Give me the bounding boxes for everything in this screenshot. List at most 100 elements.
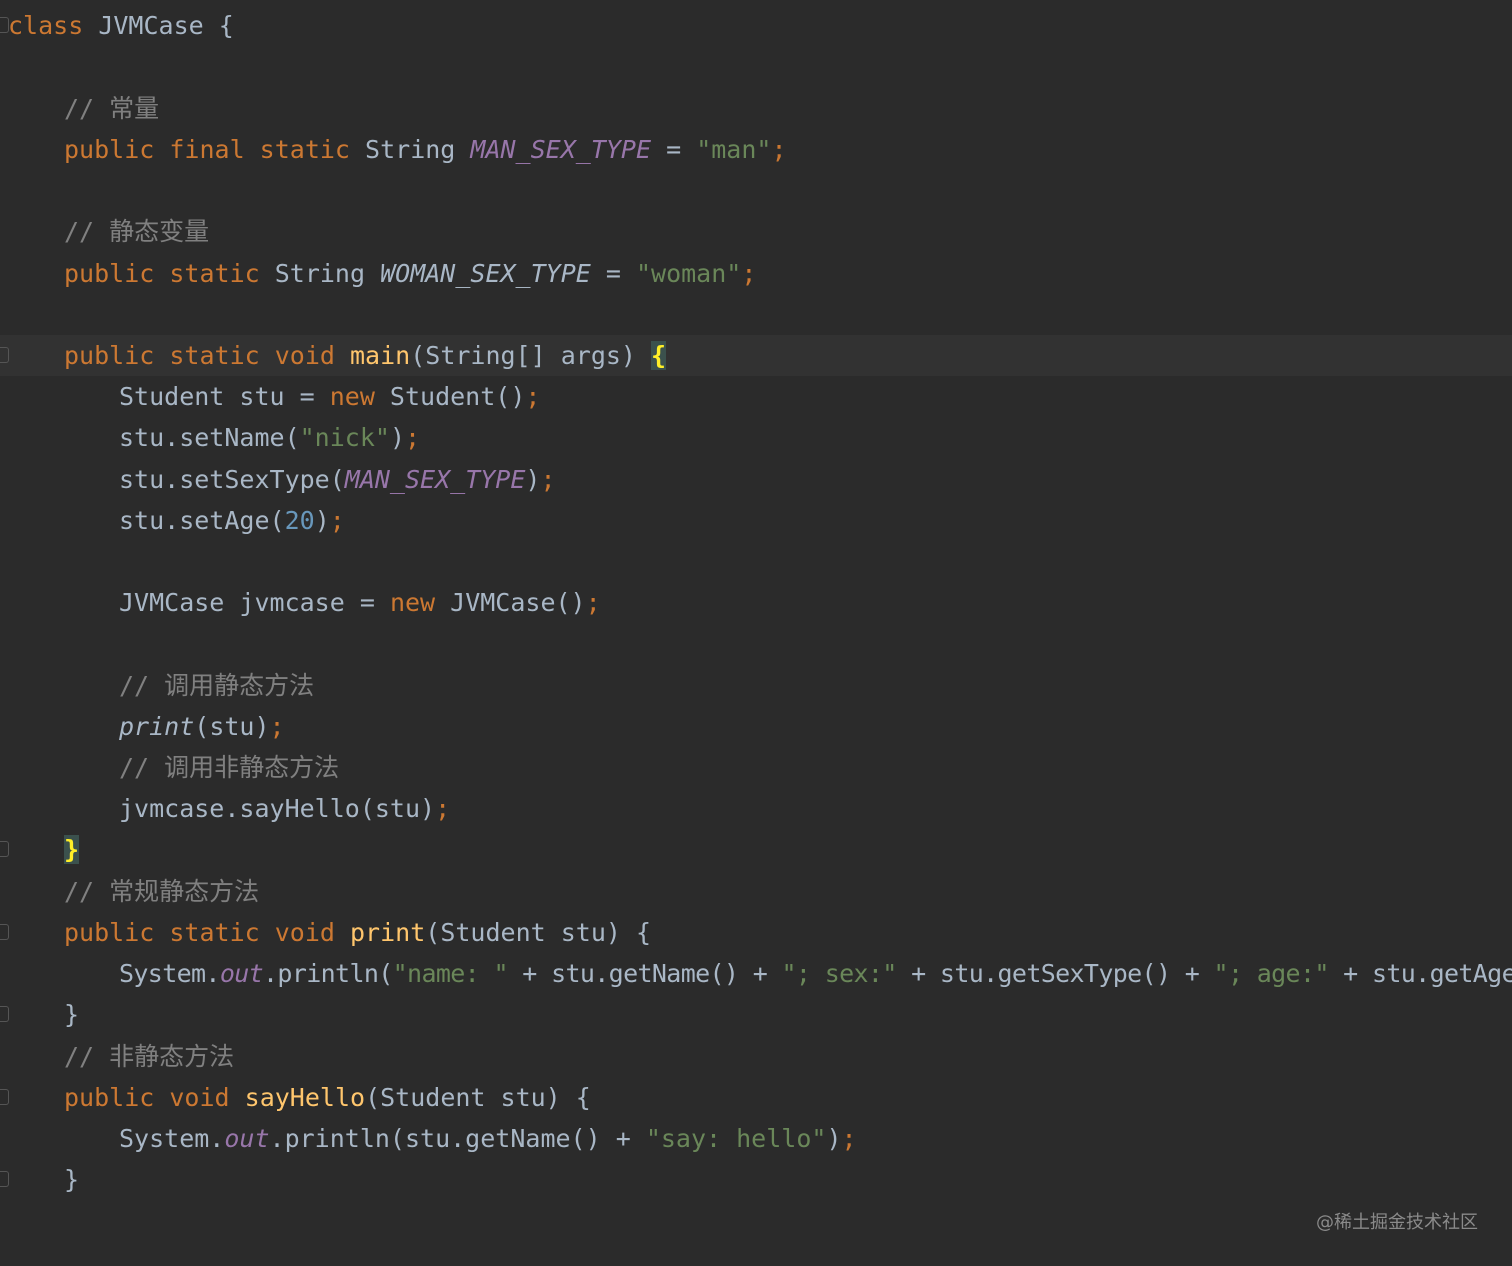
static-field: out <box>219 959 264 988</box>
type: String <box>259 259 381 288</box>
parameters: (Student stu) { <box>425 918 652 947</box>
code-text: System. <box>119 959 220 988</box>
keyword: new <box>389 588 436 617</box>
code-text: (stu) <box>194 712 270 741</box>
keyword: public void <box>64 1083 230 1112</box>
fold-marker-icon[interactable] <box>0 1006 9 1022</box>
code-line[interactable]: } <box>0 1159 1512 1200</box>
string: "man" <box>696 135 772 164</box>
number: 20 <box>284 506 315 535</box>
code-line[interactable]: JVMCase jvmcase = new JVMCase(); <box>0 582 1512 623</box>
keyword: public static <box>64 259 260 288</box>
string: "name: " <box>392 959 509 988</box>
code-line[interactable]: // 非静态方法 <box>0 1036 1512 1077</box>
code-line[interactable]: public static String WOMAN_SEX_TYPE = "w… <box>0 253 1512 294</box>
comment: // 常量 <box>64 94 160 123</box>
semicolon: ; <box>585 588 601 617</box>
method-name: print <box>350 918 426 947</box>
code-line[interactable]: stu.setAge(20); <box>0 500 1512 541</box>
code-text: Student stu = <box>119 382 330 411</box>
semicolon: ; <box>771 135 787 164</box>
semicolon: ; <box>269 712 285 741</box>
code-line[interactable]: System.out.println(stu.getName() + "say:… <box>0 1118 1512 1159</box>
keyword: public static void <box>64 341 335 370</box>
code-text: stu.setSexType( <box>119 465 345 494</box>
static-field: out <box>224 1124 270 1153</box>
code-text: JVMCase() <box>435 588 586 617</box>
string: "say: hello" <box>645 1124 827 1153</box>
code-text: .println(stu.getName() + <box>269 1124 646 1153</box>
code-line[interactable]: class JVMCase { <box>0 5 1512 46</box>
keyword: public final static <box>64 135 350 164</box>
code-line[interactable]: jvmcase.sayHello(stu); <box>0 788 1512 829</box>
static-field: WOMAN_SEX_TYPE <box>380 259 591 288</box>
string: "woman" <box>635 259 742 288</box>
code-text: + stu.getSexType() + <box>896 959 1214 988</box>
string: "; age:" <box>1213 959 1330 988</box>
code-text: stu.setAge( <box>119 506 285 535</box>
constant: MAN_SEX_TYPE <box>470 135 652 164</box>
code-text: JVMCase jvmcase = <box>119 588 390 617</box>
matched-brace: { <box>651 341 667 370</box>
code-line[interactable]: System.out.println("name: " + stu.getNam… <box>0 953 1512 994</box>
code-line[interactable]: public void sayHello(Student stu) { <box>0 1077 1512 1118</box>
operator: = <box>651 135 697 164</box>
closing-brace: } <box>64 1000 80 1029</box>
fold-marker-icon[interactable] <box>0 924 9 940</box>
code-text: + stu.getAge()) <box>1343 959 1512 988</box>
semicolon: ; <box>405 423 421 452</box>
fold-marker-icon[interactable] <box>0 1089 9 1105</box>
code-line[interactable]: // 调用非静态方法 <box>0 747 1512 788</box>
method-name: sayHello <box>244 1083 366 1112</box>
comment: // 调用非静态方法 <box>119 753 340 782</box>
comment: // 常规静态方法 <box>64 877 260 906</box>
closing-brace: } <box>64 1165 80 1194</box>
code-line[interactable]: // 调用静态方法 <box>0 665 1512 706</box>
code-text: ) <box>314 506 330 535</box>
comment: // 非静态方法 <box>64 1042 235 1071</box>
code-line[interactable]: stu.setSexType(MAN_SEX_TYPE); <box>0 459 1512 500</box>
semicolon: ; <box>329 506 345 535</box>
fold-marker-icon[interactable] <box>0 841 9 857</box>
code-line-current[interactable]: public static void main(String[] args) { <box>0 335 1512 376</box>
comment: // 调用静态方法 <box>119 671 315 700</box>
matched-brace: } <box>64 835 80 864</box>
constant: MAN_SEX_TYPE <box>344 465 526 494</box>
class-name: JVMCase { <box>83 11 234 40</box>
code-text: Student() <box>374 382 526 411</box>
code-text: .println( <box>263 959 393 988</box>
code-text: jvmcase.sayHello(stu) <box>119 794 436 823</box>
fold-marker-icon[interactable] <box>0 1171 9 1187</box>
code-text: ) <box>525 465 541 494</box>
code-line[interactable]: public static void print(Student stu) { <box>0 912 1512 953</box>
semicolon: ; <box>741 259 757 288</box>
operator: = <box>590 259 636 288</box>
string: "; sex:" <box>781 959 898 988</box>
comment: // 静态变量 <box>64 217 210 246</box>
parameters: (String[] args) <box>410 341 652 370</box>
type: String <box>349 135 471 164</box>
code-line[interactable]: // 常规静态方法 <box>0 871 1512 912</box>
keyword: class <box>8 11 84 40</box>
keyword: public static void <box>64 918 335 947</box>
code-line[interactable]: // 静态变量 <box>0 211 1512 252</box>
code-text: ) <box>389 423 405 452</box>
semicolon: ; <box>525 382 541 411</box>
code-line[interactable]: } <box>0 994 1512 1035</box>
code-line[interactable]: public final static String MAN_SEX_TYPE … <box>0 129 1512 170</box>
code-line[interactable]: print(stu); <box>0 706 1512 747</box>
code-line[interactable]: } <box>0 829 1512 870</box>
watermark: @稀土掘金技术社区 <box>1316 1212 1478 1233</box>
code-line[interactable]: Student stu = new Student(); <box>0 376 1512 417</box>
code-line[interactable]: // 常量 <box>0 88 1512 129</box>
parameters: (Student stu) { <box>365 1083 591 1112</box>
code-editor[interactable]: class JVMCase { // 常量 public final stati… <box>0 0 1512 1266</box>
semicolon: ; <box>841 1124 857 1153</box>
keyword: new <box>329 382 375 411</box>
fold-marker-icon[interactable] <box>0 347 9 363</box>
code-line[interactable]: stu.setName("nick"); <box>0 417 1512 458</box>
semicolon: ; <box>435 794 451 823</box>
